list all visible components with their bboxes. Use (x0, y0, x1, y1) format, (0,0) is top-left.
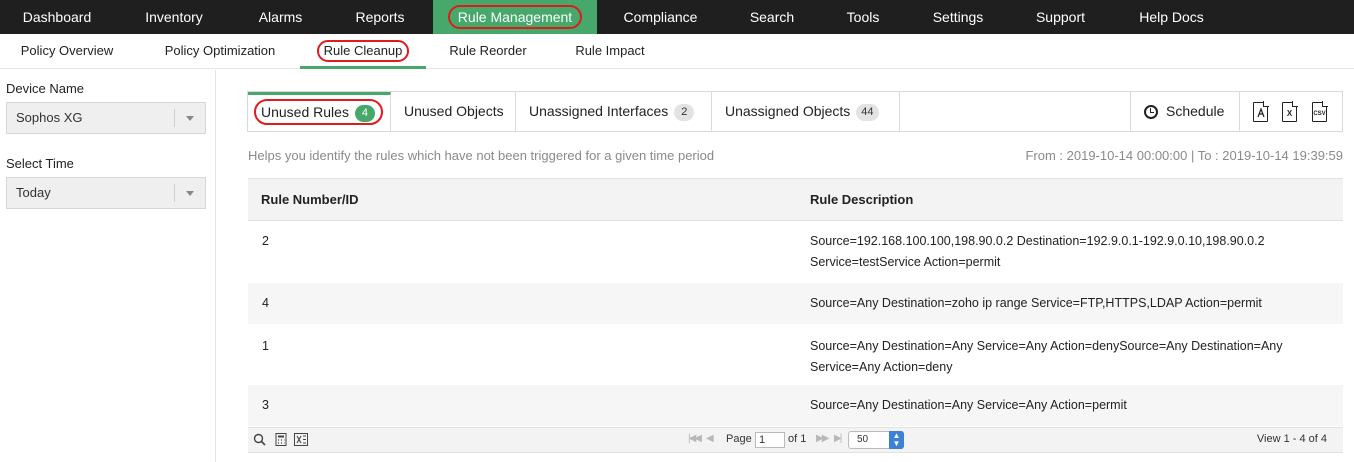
tab-unused-objects[interactable]: Unused Objects (391, 92, 516, 131)
schedule-label: Schedule (1166, 103, 1225, 119)
page-size-select[interactable]: 50 ▲ ▼ (848, 431, 904, 449)
device-name-select[interactable]: Sophos XG (6, 102, 206, 134)
rule-description-line: Source=Any Destination=Any Service=Any A… (810, 339, 1283, 353)
cleanup-tabs: Unused Rules 4 Unused Objects Unassigned … (247, 91, 1343, 132)
rule-description-cell: Source=Any Destination=zoho ip range Ser… (810, 293, 1262, 314)
count-badge: 4 (354, 104, 375, 122)
pdf-icon[interactable] (1253, 101, 1269, 122)
export-excel-icon[interactable] (294, 433, 308, 446)
page-of-label: of 1 (788, 433, 807, 445)
device-name-value: Sophos XG (16, 110, 83, 125)
rule-description-cell: Source=Any Destination=Any Service=Any A… (810, 395, 1127, 416)
rule-description-line: Service=testService Action=permit (810, 255, 1001, 269)
nav-help-docs[interactable]: Help Docs (1111, 0, 1232, 34)
next-page-icon[interactable]: ▶▶ (816, 433, 829, 444)
date-range: From : 2019-10-14 00:00:00 | To : 2019-1… (1025, 148, 1343, 163)
subnav-policy-overview[interactable]: Policy Overview (0, 34, 134, 69)
chevron-updown-icon: ▲ ▼ (889, 431, 904, 449)
csv-icon[interactable]: CSV (1312, 101, 1328, 122)
clock-icon (1144, 105, 1158, 120)
table-row[interactable]: 4 Source=Any Destination=zoho ip range S… (248, 283, 1343, 324)
nav-inventory[interactable]: Inventory (114, 0, 234, 34)
tab-unused-rules[interactable]: Unused Rules 4 (248, 92, 391, 131)
rule-id-cell: 4 (262, 296, 269, 310)
table-row[interactable]: 2 Source=192.168.100.100,198.90.0.2 Dest… (248, 221, 1343, 283)
page-number-input[interactable]: 1 (755, 432, 785, 448)
rule-description-line: Service=Any Action=deny (810, 360, 953, 374)
nav-dashboard[interactable]: Dashboard (0, 0, 114, 34)
unused-rules-table: Rule Number/ID Rule Description 2 Source… (248, 178, 1343, 426)
select-time-label: Select Time (6, 156, 74, 171)
rule-id-cell: 3 (262, 398, 269, 412)
pdf-glyph (1256, 107, 1265, 118)
column-header-rule-description[interactable]: Rule Description (810, 179, 913, 220)
nav-search[interactable]: Search (724, 0, 820, 34)
schedule-button[interactable]: Schedule (1130, 92, 1239, 131)
excel-glyph (294, 433, 308, 446)
tab-label: Unused Objects (404, 103, 504, 119)
nav-support[interactable]: Support (1010, 0, 1111, 34)
tab-label: Unassigned Objects (725, 103, 851, 119)
tab-label: Unassigned Interfaces (529, 103, 669, 119)
table-row[interactable]: 1 Source=Any Destination=Any Service=Any… (248, 324, 1343, 385)
export-group: X CSV (1239, 92, 1343, 131)
select-time-select[interactable]: Today (6, 177, 206, 209)
subnav-rule-cleanup-label: Rule Cleanup (316, 40, 410, 62)
sub-navigation: Policy Overview Policy Optimization Rule… (0, 34, 1354, 69)
device-name-label: Device Name (6, 81, 85, 96)
rule-description-line: Source=Any Destination=zoho ip range Ser… (810, 296, 1262, 310)
rule-description-cell: Source=192.168.100.100,198.90.0.2 Destin… (810, 231, 1265, 273)
nav-rule-management[interactable]: Rule Management (433, 0, 597, 34)
nav-settings[interactable]: Settings (906, 0, 1010, 34)
search-icon[interactable] (253, 433, 266, 446)
table-header: Rule Number/ID Rule Description (248, 178, 1343, 221)
nav-alarms[interactable]: Alarms (234, 0, 327, 34)
table-footer: |◀◀ ◀ Page 1 of 1 ▶▶ ▶| 50 ▲ ▼ View 1 - 4… (248, 427, 1343, 453)
rule-id-cell: 2 (262, 234, 269, 248)
calculator-icon[interactable] (274, 433, 287, 446)
nav-tools[interactable]: Tools (820, 0, 906, 34)
column-header-rule-id[interactable]: Rule Number/ID (261, 179, 359, 220)
view-range-text: View 1 - 4 of 4 (1256, 433, 1327, 445)
last-page-icon[interactable]: ▶| (834, 433, 842, 444)
first-page-icon[interactable]: |◀◀ (688, 433, 702, 444)
count-badge: 2 (674, 103, 695, 121)
help-text: Helps you identify the rules which have … (248, 148, 715, 163)
tab-unused-rules-highlight: Unused Rules 4 (254, 99, 383, 125)
top-navigation: Dashboard Inventory Alarms Reports Rule … (0, 0, 1354, 34)
table-row[interactable]: 3 Source=Any Destination=Any Service=Any… (248, 385, 1343, 426)
tab-unassigned-objects[interactable]: Unassigned Objects 44 (712, 92, 900, 131)
rule-description-line: Source=Any Destination=Any Service=Any A… (810, 398, 1127, 412)
nav-reports[interactable]: Reports (327, 0, 433, 34)
tab-label: Unused Rules (261, 104, 349, 120)
select-divider (174, 109, 175, 127)
nav-compliance[interactable]: Compliance (597, 0, 724, 34)
select-time-value: Today (16, 185, 51, 200)
rule-id-cell: 1 (262, 339, 269, 353)
rule-description-cell: Source=Any Destination=Any Service=Any A… (810, 336, 1283, 378)
subnav-rule-reorder[interactable]: Rule Reorder (436, 34, 540, 69)
page-size-value: 50 (857, 434, 869, 445)
nav-rule-management-label: Rule Management (447, 5, 583, 29)
filter-sidebar: Device Name Sophos XG Select Time Today (0, 70, 216, 462)
subnav-rule-cleanup[interactable]: Rule Cleanup (300, 34, 426, 69)
chevron-down-icon (186, 116, 194, 121)
calculator-glyph (275, 433, 286, 446)
page-label: Page (726, 433, 752, 445)
search-glyph (253, 433, 266, 446)
xls-icon[interactable]: X (1282, 101, 1298, 122)
subnav-policy-optimization[interactable]: Policy Optimization (150, 34, 290, 69)
count-badge: 44 (856, 103, 879, 121)
rule-description-line: Source=192.168.100.100,198.90.0.2 Destin… (810, 234, 1265, 248)
select-divider (174, 184, 175, 202)
subnav-rule-impact[interactable]: Rule Impact (560, 34, 660, 69)
chevron-down-icon (186, 191, 194, 196)
tab-unassigned-interfaces[interactable]: Unassigned Interfaces 2 (516, 92, 712, 131)
previous-page-icon[interactable]: ◀ (706, 433, 714, 444)
